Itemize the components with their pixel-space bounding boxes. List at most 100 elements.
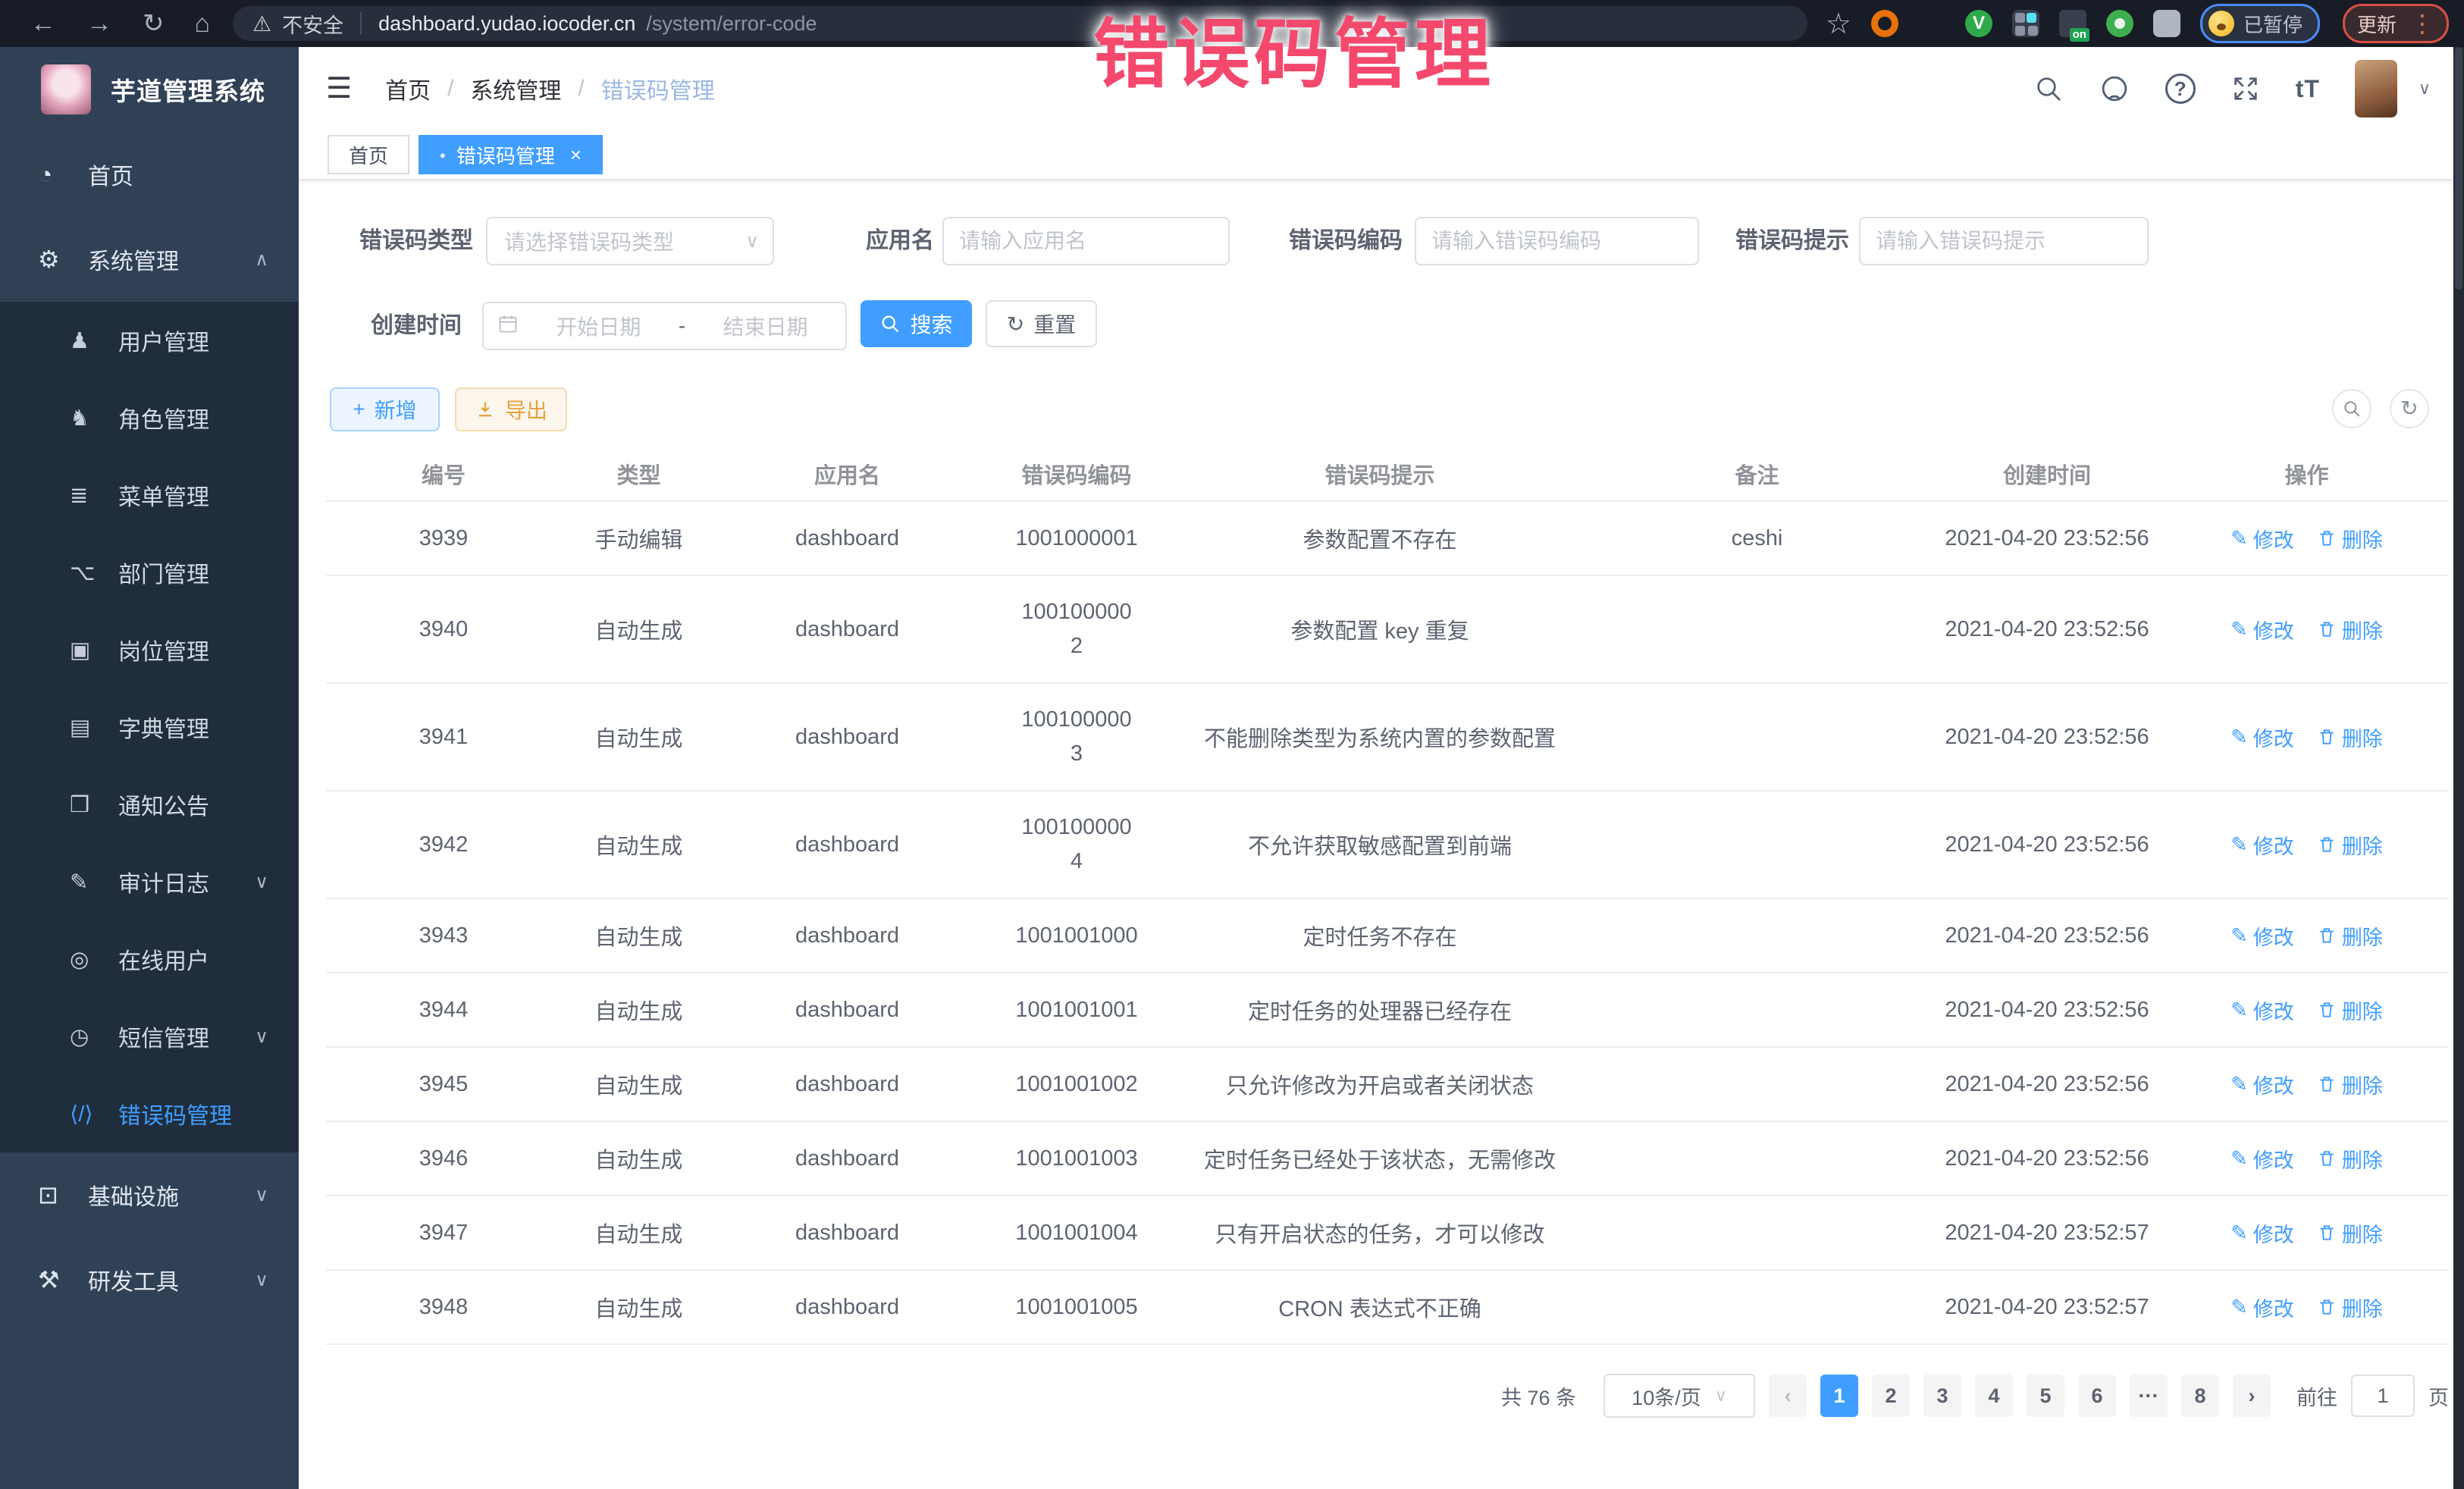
cell-id: 3946 [326,1146,561,1171]
breadcrumb-item[interactable]: 首页 [385,72,431,105]
export-button[interactable]: 导出 [455,387,567,431]
help-icon[interactable]: ? [2165,74,2196,104]
delete-link[interactable]: 删除 [2317,921,2383,951]
sidebar-item[interactable]: ⚙ 系统管理 ∧ [0,217,299,302]
update-button[interactable]: 更新 ⋮ [2343,4,2449,43]
pencil-icon: ✎ [2230,1073,2248,1096]
page-button[interactable]: 8 [2181,1375,2219,1417]
page-button[interactable]: 6 [2078,1375,2116,1417]
end-date-placeholder[interactable]: 结束日期 [685,311,845,341]
delete-link[interactable]: 删除 [2317,995,2383,1025]
error-code-table: 编号 类型 应用名 错误码编码 错误码提示 备注 创建时间 操作 3939 手动… [326,447,2449,1345]
reset-button[interactable]: ↻ 重置 [986,300,1097,347]
font-size-icon[interactable]: tT [2296,75,2320,103]
edit-link[interactable]: ✎ 修改 [2230,1144,2294,1174]
close-icon[interactable]: × [570,145,582,165]
edit-link[interactable]: ✎ 修改 [2230,830,2294,860]
hamburger-icon[interactable]: ☰ [326,74,352,103]
page-button[interactable]: ··· [2130,1375,2168,1417]
edit-link[interactable]: ✎ 修改 [2230,1218,2294,1248]
edit-link[interactable]: ✎ 修改 [2230,723,2294,752]
delete-link[interactable]: 删除 [2317,723,2383,752]
sidebar-item[interactable]: ⊡ 基础设施 ∨ [0,1152,299,1237]
sidebar-submenu-item[interactable]: ✎ 审计日志 ∨ [0,843,299,920]
sidebar-submenu-item[interactable]: ≣ 菜单管理 [0,456,299,534]
address-bar[interactable]: ⚠ 不安全 dashboard.yudao.iocoder.cn /system… [233,6,1807,41]
page-button[interactable]: 3 [1923,1375,1961,1417]
sidebar-submenu-item[interactable]: ⟨/⟩ 错误码管理 [0,1075,299,1152]
sidebar-submenu-item[interactable]: ♞ 角色管理 [0,379,299,456]
prev-page-button[interactable]: ‹ [1769,1375,1807,1417]
table-search-icon[interactable] [2332,389,2372,428]
sidebar-submenu-item[interactable]: ◎ 在线用户 [0,920,299,998]
chrome-menu-icon[interactable]: ⋮ [2410,11,2434,36]
page-button[interactable]: 1 [1820,1375,1858,1417]
sidebar-submenu-icon: ◷ [70,1023,118,1050]
sidebar-item[interactable]: ◔ 首页 [0,132,299,217]
extension-switch-icon[interactable]: on [2059,10,2086,37]
table-refresh-icon[interactable]: ↻ [2390,389,2429,428]
sidebar-submenu-item[interactable]: ♟ 用户管理 [0,302,299,379]
home-icon[interactable]: ⌂ [195,11,211,36]
page-size-select[interactable]: 10条/页 ∨ [1603,1374,1755,1418]
page-button[interactable]: 2 [1872,1375,1910,1417]
delete-link[interactable]: 删除 [2317,524,2383,553]
error-code-input[interactable] [1415,217,1699,265]
github-icon[interactable] [2099,73,2130,105]
edit-link[interactable]: ✎ 修改 [2230,995,2294,1025]
add-button[interactable]: + 新增 [330,387,440,431]
delete-link[interactable]: 删除 [2317,615,2383,644]
column-header: 操作 [2165,458,2449,490]
extension-grid-icon[interactable] [2012,10,2039,37]
sidebar-submenu-item[interactable]: ◷ 短信管理 ∨ [0,998,299,1075]
breadcrumb-item[interactable]: 系统管理 [470,72,561,105]
delete-link[interactable]: 删除 [2317,830,2383,860]
edit-link[interactable]: ✎ 修改 [2230,524,2294,553]
cell-type: 自动生成 [561,721,716,753]
extension-gem-icon[interactable] [1918,10,1945,37]
edit-link[interactable]: ✎ 修改 [2230,1070,2294,1099]
sidebar-submenu-item[interactable]: ❒ 通知公告 [0,766,299,843]
extensions-puzzle-icon[interactable] [2153,10,2180,37]
edit-link[interactable]: ✎ 修改 [2230,615,2294,644]
search-button[interactable]: 搜索 [861,300,972,347]
date-range-picker[interactable]: 开始日期 - 结束日期 [482,302,847,350]
tab-error-code[interactable]: ● 错误码管理 × [419,135,603,174]
trash-icon [2317,1297,2337,1317]
extension-vue-icon[interactable]: V [1965,10,1992,37]
delete-link[interactable]: 删除 [2317,1070,2383,1099]
page-button[interactable]: 4 [1975,1375,2013,1417]
delete-link[interactable]: 删除 [2317,1144,2383,1174]
fullscreen-icon[interactable] [2230,74,2261,104]
back-icon[interactable]: ← [30,11,56,36]
tab-home[interactable]: 首页 [328,135,409,174]
forward-icon[interactable]: → [86,11,112,36]
error-msg-input[interactable] [1859,217,2149,265]
pencil-icon: ✎ [2230,998,2248,1022]
delete-link[interactable]: 删除 [2317,1293,2383,1322]
search-icon[interactable] [2033,74,2064,104]
reload-icon[interactable]: ↻ [143,11,165,36]
chevron-down-icon[interactable]: ∨ [2419,79,2431,99]
edit-link[interactable]: ✎ 修改 [2230,1293,2294,1322]
bookmark-star-icon[interactable]: ☆ [1826,7,1851,41]
sidebar-submenu-item[interactable]: ⌥ 部门管理 [0,534,299,611]
extension-ring-icon[interactable] [1871,10,1898,37]
sidebar-submenu-item[interactable]: ▣ 岗位管理 [0,611,299,688]
start-date-placeholder[interactable]: 开始日期 [519,311,679,341]
cell-id: 3941 [326,725,561,750]
error-type-select[interactable]: 请选择错误码类型 ∨ [486,217,774,265]
next-page-button[interactable]: › [2233,1375,2271,1417]
goto-page-input[interactable] [2351,1375,2415,1417]
app-name-input[interactable] [942,217,1230,265]
extension-key-icon[interactable] [2106,10,2133,37]
edit-link[interactable]: ✎ 修改 [2230,921,2294,951]
user-avatar[interactable] [2355,60,2397,118]
sidebar-item[interactable]: ⚒ 研发工具 ∨ [0,1237,299,1322]
page-button[interactable]: 5 [2027,1375,2064,1417]
profile-chip[interactable]: 已暂停 [2200,4,2320,43]
cell-id: 3947 [326,1221,561,1246]
sidebar-submenu-item[interactable]: ▤ 字典管理 [0,688,299,766]
delete-link[interactable]: 删除 [2317,1218,2383,1248]
scrollbar[interactable] [2453,47,2464,1489]
